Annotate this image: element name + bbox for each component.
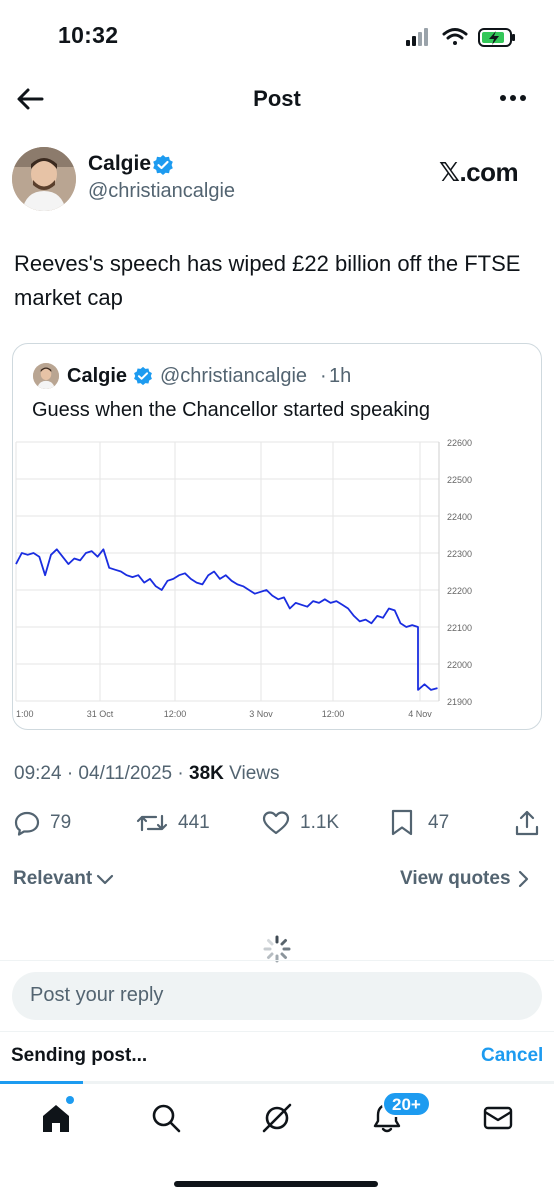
quoted-post[interactable]: Calgie @christiancalgie · 1h Guess when … xyxy=(12,343,542,730)
status-time: 10:32 xyxy=(58,22,119,48)
reply-button[interactable]: 79 xyxy=(14,808,71,838)
repost-icon xyxy=(136,814,168,832)
page-title: Post xyxy=(253,86,301,111)
tab-search[interactable] xyxy=(148,1100,184,1136)
more-horizontal-icon xyxy=(500,95,526,101)
chart-y-tick-label: 22400 xyxy=(447,512,472,522)
sending-progress-bar xyxy=(0,1081,84,1084)
verified-badge-icon xyxy=(153,155,173,175)
chart-x-tick-label: 31 Oct xyxy=(87,709,114,719)
chart-y-tick-label: 22500 xyxy=(447,475,472,485)
verified-badge-icon xyxy=(134,366,152,386)
author-handle[interactable]: @christiancalgie xyxy=(88,180,235,203)
search-icon xyxy=(152,1104,181,1133)
share-icon xyxy=(515,810,539,836)
more-options-button[interactable] xyxy=(496,88,530,108)
quote-avatar xyxy=(33,363,59,389)
reply-icon xyxy=(14,811,40,836)
quote-time: 1h xyxy=(329,365,352,387)
views-count: 38K xyxy=(189,763,224,784)
home-notification-dot xyxy=(66,1096,74,1104)
quote-text: Guess when the Chancellor started speaki… xyxy=(32,399,431,421)
tab-home[interactable] xyxy=(38,1100,74,1136)
bookmark-button[interactable]: 47 xyxy=(390,808,449,838)
chart-x-tick-label: 3 Nov xyxy=(249,709,273,719)
view-quotes-link[interactable]: View quotes xyxy=(400,868,529,890)
quote-author-handle: @christiancalgie xyxy=(160,365,308,387)
chart-y-tick-label: 22000 xyxy=(447,660,472,670)
quote-avatar-image xyxy=(33,363,59,389)
sending-progress-track xyxy=(0,1081,554,1084)
sending-status: Sending post... xyxy=(11,1045,148,1066)
chevron-down-icon xyxy=(97,874,114,885)
avatar[interactable] xyxy=(12,147,76,211)
battery-charging-icon xyxy=(478,28,515,47)
repost-button[interactable]: 441 xyxy=(136,808,210,838)
avatar-image xyxy=(12,147,76,211)
chart-x-tick-label: 12:00 xyxy=(322,709,345,719)
reply-placeholder: Post your reply xyxy=(30,984,164,1006)
chart-y-tick-label: 21900 xyxy=(447,697,472,707)
envelope-icon xyxy=(483,1106,513,1130)
home-icon xyxy=(43,1105,69,1132)
views-label: Views xyxy=(223,763,280,784)
chart-y-tick-label: 22300 xyxy=(447,549,472,559)
grok-icon xyxy=(262,1103,292,1133)
chart-series-line xyxy=(15,548,438,691)
post-meta: 09:24 · 04/11/2025 · 38K Views xyxy=(14,763,279,785)
quote-separator: · xyxy=(320,365,327,387)
tab-grok[interactable] xyxy=(259,1100,295,1136)
sort-dropdown[interactable]: Relevant xyxy=(13,868,114,890)
cancel-button[interactable]: Cancel xyxy=(481,1045,543,1067)
divider xyxy=(0,1031,554,1032)
chart-x-tick-label: 12:00 xyxy=(164,709,187,719)
home-indicator xyxy=(174,1181,378,1187)
view-quotes-label: View quotes xyxy=(400,868,511,889)
chart-y-tick-label: 22600 xyxy=(447,438,472,448)
status-icons xyxy=(406,28,515,47)
repost-count: 441 xyxy=(178,812,210,833)
reply-count: 79 xyxy=(50,812,72,833)
quote-author-name: Calgie xyxy=(67,365,128,387)
author-name[interactable]: Calgie xyxy=(88,152,151,176)
chevron-right-icon xyxy=(518,870,528,888)
notifications-badge: 20+ xyxy=(382,1091,431,1117)
like-count: 1.1K xyxy=(300,812,340,833)
chart-x-tick-label: 1:00 xyxy=(16,709,34,719)
chart-x-tick-label: 4 Nov xyxy=(408,709,432,719)
heart-icon xyxy=(262,811,290,835)
signal-icon xyxy=(406,28,428,46)
tab-messages[interactable] xyxy=(480,1100,516,1136)
like-button[interactable]: 1.1K xyxy=(262,808,339,838)
source-label: 𝕏.com xyxy=(439,157,519,187)
chart-y-tick-label: 22200 xyxy=(447,586,472,596)
ftse-line-chart: 22600 22500 22400 22300 22200 22100 22000 21900… xyxy=(15,438,472,719)
share-button[interactable] xyxy=(514,808,540,838)
wifi-icon xyxy=(442,28,468,45)
sort-label: Relevant xyxy=(13,868,93,889)
bookmark-count: 47 xyxy=(428,812,450,833)
post-text: Reeves's speech has wiped £22 billion of… xyxy=(14,251,521,310)
bookmark-icon xyxy=(391,809,413,836)
divider xyxy=(0,960,554,961)
post-timestamp: 09:24 · 04/11/2025 · xyxy=(14,763,189,784)
chart-y-tick-label: 22100 xyxy=(447,623,472,633)
